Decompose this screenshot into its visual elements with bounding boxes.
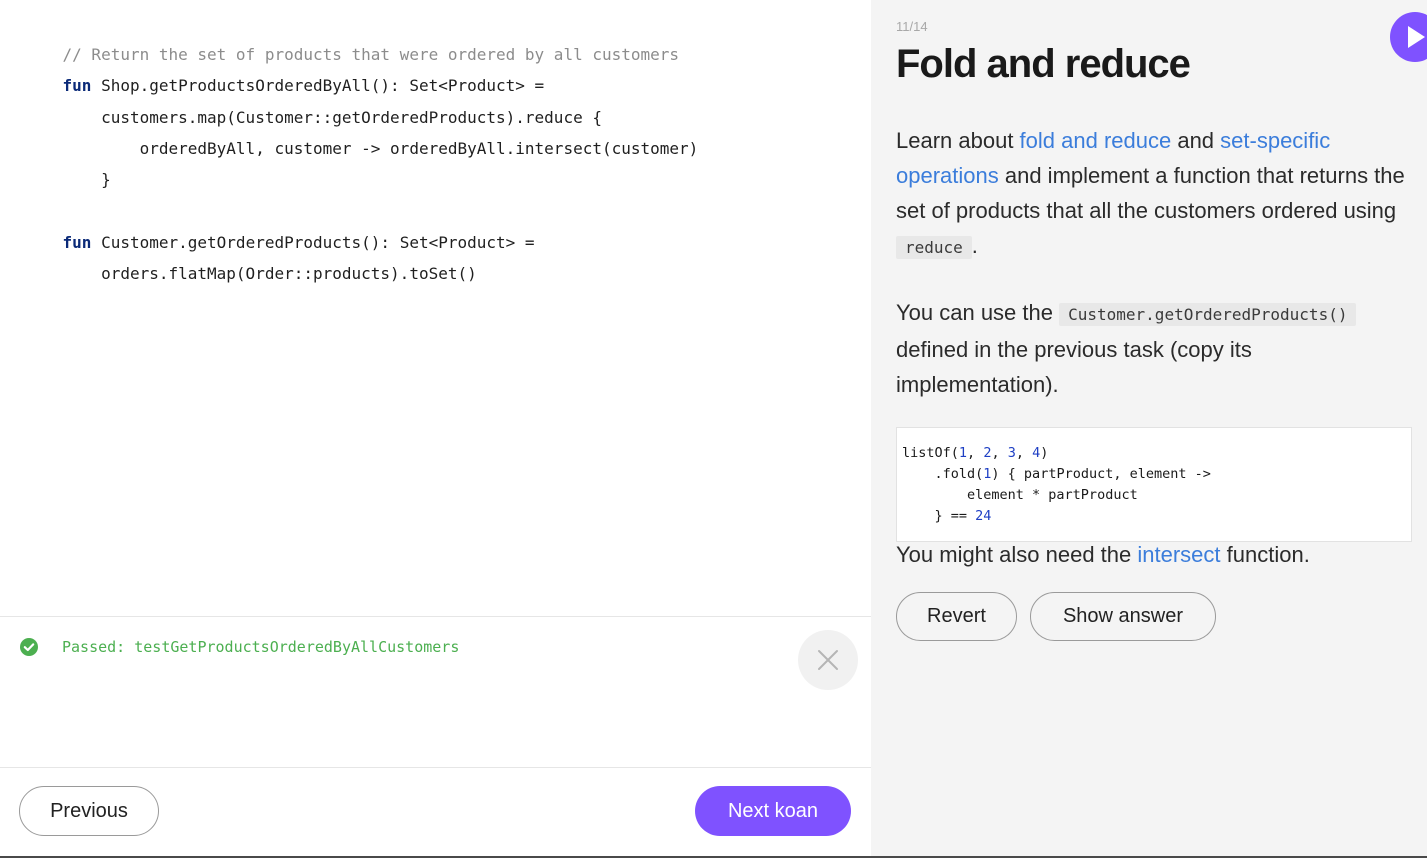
revert-button[interactable]: Revert (896, 592, 1017, 641)
intersect-link[interactable]: intersect (1137, 542, 1220, 567)
paragraph-text: . (971, 233, 978, 258)
example-line: element * partProduct (902, 487, 1138, 503)
code-example-block: listOf(1, 2, 3, 4) .fold(1) { partProduc… (896, 427, 1412, 542)
code-line[interactable]: customers.map(Customer::getOrderedProduc… (24, 85, 602, 127)
task-counter: 11/14 (896, 19, 928, 34)
example-line: listOf(1, 2, 3, 4) (902, 445, 1049, 461)
next-koan-button[interactable]: Next koan (695, 786, 851, 836)
code-editor[interactable]: // Return the set of products that were … (0, 0, 871, 616)
example-line: } == 24 (902, 508, 992, 524)
paragraph-text: Learn about (896, 128, 1020, 153)
code-line[interactable] (24, 178, 63, 200)
code-text: orderedByAll, customer -> orderedByAll.i… (62, 139, 699, 158)
task-intro-paragraph: Learn about fold and reduce and set-spec… (896, 123, 1411, 265)
code-line[interactable]: orderedByAll, customer -> orderedByAll.i… (24, 116, 699, 158)
example-line: .fold(1) { partProduct, element -> (902, 466, 1211, 482)
close-output-button[interactable] (798, 630, 858, 690)
paragraph-text: and (1171, 128, 1221, 153)
test-status-text: Passed: testGetProductsOrderedByAllCusto… (62, 638, 460, 656)
previous-button[interactable]: Previous (19, 786, 159, 836)
check-circle-icon (20, 638, 38, 656)
code-line[interactable]: } (24, 147, 111, 189)
inline-code-reduce: reduce (896, 236, 972, 259)
show-answer-button[interactable]: Show answer (1030, 592, 1216, 641)
task-title: Fold and reduce (896, 42, 1191, 86)
paragraph-text: function. (1220, 542, 1310, 567)
paragraph-text: You might also need the (896, 542, 1138, 567)
code-line[interactable]: fun Customer.getOrderedProducts(): Set<P… (24, 210, 535, 252)
code-line[interactable]: // Return the set of products that were … (24, 22, 680, 64)
run-button[interactable] (1390, 12, 1427, 62)
close-icon (818, 650, 838, 670)
play-icon (1408, 26, 1425, 48)
task-extra-hint-paragraph: You might also need the intersect functi… (896, 537, 1411, 572)
task-description-panel: 11/14 Fold and reduce Learn about fold a… (871, 0, 1427, 856)
fold-and-reduce-link[interactable]: fold and reduce (1020, 128, 1172, 153)
code-line[interactable]: fun Shop.getProductsOrderedByAll(): Set<… (24, 53, 545, 95)
code-text: orders.flatMap(Order::products).toSet() (62, 264, 477, 283)
code-text: } (62, 170, 111, 189)
code-line[interactable]: orders.flatMap(Order::products).toSet() (24, 241, 477, 283)
inline-code-get-ordered-products: Customer.getOrderedProducts() (1059, 303, 1357, 326)
paragraph-text: defined in the previous task (copy its i… (896, 337, 1252, 397)
paragraph-text: You can use the (896, 300, 1060, 325)
task-hint-paragraph: You can use the Customer.getOrderedProdu… (896, 295, 1411, 402)
